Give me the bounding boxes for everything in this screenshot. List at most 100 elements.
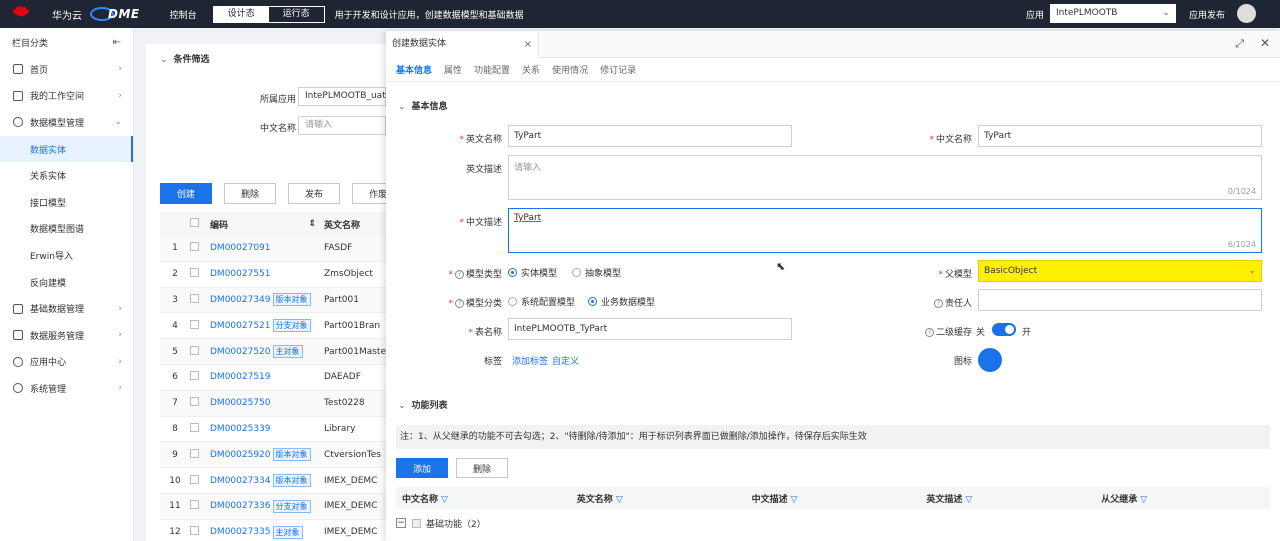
subtab-attributes[interactable]: 属性 — [444, 63, 462, 76]
app-filter-input[interactable]: IntePLMOOTB_uat — [298, 87, 386, 106]
filter-icon[interactable]: ▽ — [441, 495, 448, 505]
col-inherited[interactable]: 从父继承 ▽ — [1095, 492, 1270, 505]
row-checkbox[interactable] — [190, 474, 210, 487]
row-code-link[interactable]: DM00025750 — [210, 398, 271, 408]
row-checkbox[interactable] — [190, 242, 210, 254]
mode-design-tab[interactable]: 设计态 — [213, 6, 269, 22]
sidebar-sub-interface-model[interactable]: 接口模型 — [0, 189, 133, 216]
model-class-system-radio[interactable]: 系统配置模型 — [508, 295, 575, 308]
help-icon[interactable]: ? — [454, 270, 464, 279]
row-code-link[interactable]: DM00027091 — [210, 243, 271, 253]
model-class-business-radio[interactable]: 业务数据模型 — [588, 295, 655, 308]
row-code-link[interactable]: DM00025339 — [210, 424, 271, 434]
row-checkbox[interactable] — [190, 293, 210, 306]
sort-icon[interactable]: ⇕ — [308, 219, 316, 229]
filter-icon[interactable]: ▽ — [965, 495, 972, 505]
custom-tag-link[interactable]: 自定义 — [552, 354, 579, 367]
row-code-link[interactable]: DM00027519 — [210, 372, 271, 382]
row-checkbox[interactable] — [190, 526, 210, 538]
brand[interactable]: 华为云 DME — [12, 6, 140, 22]
row-checkbox[interactable] — [190, 500, 210, 512]
row-code[interactable]: DM00025920 版本对象 — [210, 448, 324, 462]
col-en-name[interactable]: 英文名称 ▽ — [571, 492, 746, 505]
table-row[interactable]: 8 DM00025339 Library — [160, 417, 386, 443]
delete-button[interactable]: 删除 — [224, 183, 276, 204]
add-tag-link[interactable]: 添加标签 — [512, 354, 548, 367]
row-code-link[interactable]: DM00027520 — [210, 347, 271, 357]
help-icon[interactable]: ? — [924, 328, 934, 337]
col-en-desc[interactable]: 英文描述 ▽ — [920, 492, 1095, 505]
table-row[interactable]: 9 DM00025920 版本对象 CtversionTes — [160, 442, 386, 469]
sidebar-item-model-mgmt[interactable]: 数据模型管理 ⌄ — [0, 109, 133, 136]
publish-button[interactable]: 发布 — [288, 183, 340, 204]
owner-input[interactable] — [978, 289, 1262, 311]
table-row[interactable]: 3 DM00027349 版本对象 Part001 — [160, 287, 386, 314]
help-icon[interactable]: ? — [454, 299, 464, 308]
sidebar-item-home[interactable]: 首页 › — [0, 56, 133, 83]
subtab-function-config[interactable]: 功能配置 — [474, 63, 510, 76]
filter-icon[interactable]: ▽ — [791, 495, 798, 505]
model-type-entity-radio[interactable]: 实体模型 — [508, 266, 557, 279]
row-code[interactable]: DM00025339 — [210, 424, 324, 434]
sidebar-item-data-service[interactable]: 数据服务管理 › — [0, 322, 133, 349]
row-code-link[interactable]: DM00027551 — [210, 269, 271, 279]
close-icon[interactable]: × — [524, 31, 532, 58]
group-checkbox[interactable] — [412, 518, 421, 528]
table-row[interactable]: 4 DM00027521 分支对象 Part001Bran — [160, 313, 386, 340]
add-function-button[interactable]: 添加 — [396, 458, 448, 478]
sidebar-sub-model-graph[interactable]: 数据模型图谱 — [0, 216, 133, 243]
publish-link[interactable]: 应用发布 — [1189, 8, 1225, 21]
sidebar-item-app-center[interactable]: 应用中心 › — [0, 349, 133, 376]
row-checkbox[interactable] — [190, 422, 210, 435]
mode-runtime-tab[interactable]: 运行态 — [269, 7, 324, 22]
table-row[interactable]: 7 DM00025750 Test0228 — [160, 390, 386, 417]
row-checkbox[interactable] — [190, 397, 210, 409]
cn-desc-textarea[interactable]: TyPart 6/1024 — [508, 208, 1262, 253]
row-code[interactable]: DM00027334 版本对象 — [210, 474, 324, 488]
row-code-link[interactable]: DM00027334 — [210, 476, 271, 486]
close-icon[interactable]: ✕ — [1260, 36, 1270, 50]
row-code[interactable]: DM00027091 — [210, 243, 324, 253]
cache-toggle[interactable] — [992, 323, 1016, 336]
row-code[interactable]: DM00027336 分支对象 — [210, 499, 324, 513]
en-name-input[interactable]: TyPart — [508, 125, 792, 147]
row-code-link[interactable]: DM00027335 — [210, 527, 271, 537]
en-desc-textarea[interactable]: 请输入 0/1024 — [508, 155, 1262, 200]
table-row[interactable]: 11 DM00027336 分支对象 IMEX_DEMC — [160, 493, 386, 520]
row-checkbox[interactable] — [190, 448, 210, 461]
col-cn-desc[interactable]: 中文描述 ▽ — [746, 492, 921, 505]
select-all-checkbox[interactable] — [190, 218, 210, 230]
parent-model-select[interactable]: BasicObject ⌄ — [978, 260, 1262, 282]
row-code[interactable]: DM00027520 主对象 — [210, 345, 324, 359]
table-row[interactable]: 6 DM00027519 DAEADF — [160, 365, 386, 391]
filter-icon[interactable]: ▽ — [616, 495, 623, 505]
entity-icon-picker[interactable] — [978, 348, 1002, 372]
sidebar-item-system[interactable]: 系统管理 › — [0, 375, 133, 402]
row-code-link[interactable]: DM00027336 — [210, 501, 271, 511]
console-link[interactable]: 控制台 — [170, 8, 197, 21]
function-list-section-title[interactable]: ⌄ 功能列表 — [398, 398, 448, 411]
row-code[interactable]: DM00027521 分支对象 — [210, 319, 324, 333]
basic-function-group-row[interactable]: − 基础功能（2） — [396, 513, 486, 533]
sidebar-item-basic-data[interactable]: 基础数据管理 › — [0, 295, 133, 322]
row-code-link[interactable]: DM00025920 — [210, 450, 271, 460]
expand-icon[interactable]: ⤢ — [1235, 37, 1244, 51]
row-code[interactable]: DM00027551 — [210, 269, 324, 279]
sidebar-item-workspace[interactable]: 我的工作空间 › — [0, 83, 133, 110]
table-name-input[interactable]: IntePLMOOTB_TyPart — [508, 318, 792, 340]
table-row[interactable]: 1 DM00027091 FASDF — [160, 236, 386, 262]
collapse-sidebar-icon[interactable]: ⇤ — [113, 37, 121, 48]
col-code[interactable]: 编码 ⇕ — [210, 218, 324, 231]
cn-name-filter-input[interactable]: 请输入 — [298, 116, 386, 135]
cn-name-input[interactable]: TyPart — [978, 125, 1262, 147]
subtab-revisions[interactable]: 修订记录 — [600, 63, 636, 76]
collapse-group-icon[interactable]: − — [396, 518, 406, 528]
sidebar-sub-relation-entity[interactable]: 关系实体 — [0, 162, 133, 189]
row-code[interactable]: DM00027349 版本对象 — [210, 293, 324, 307]
row-code-link[interactable]: DM00027521 — [210, 321, 271, 331]
app-select[interactable]: IntePLMOOTB ⌄ — [1050, 4, 1176, 23]
table-row[interactable]: 5 DM00027520 主对象 Part001Maste — [160, 339, 386, 365]
avatar[interactable] — [1237, 4, 1256, 23]
basic-info-section-title[interactable]: ⌄ 基本信息 — [398, 99, 448, 112]
row-checkbox[interactable] — [190, 319, 210, 332]
